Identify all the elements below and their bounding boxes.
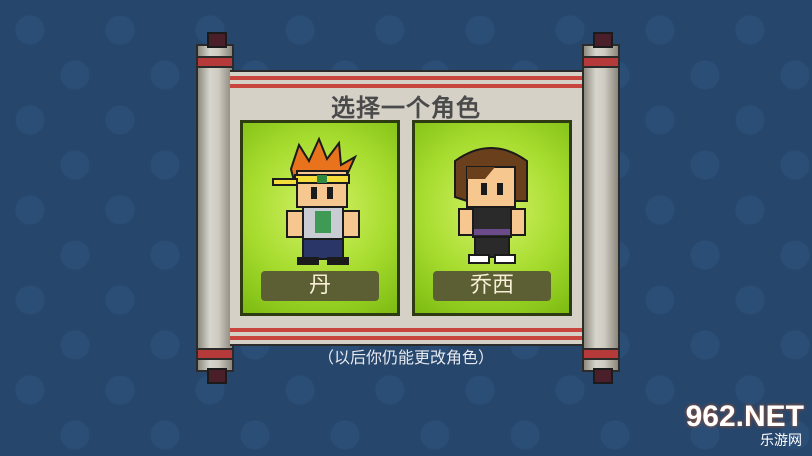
page-title: 选择一个角色 [331, 94, 481, 122]
character-name-josie: 乔西 [433, 271, 551, 301]
watermark-logo: 962.NET 乐游网 [676, 400, 804, 450]
character-card-josie[interactable]: 乔西 [412, 120, 572, 316]
josie-portrait [454, 147, 528, 264]
hint-text: （以后你仍能更改角色） [317, 348, 494, 367]
scroll-rod-left [196, 32, 234, 384]
character-card-dan[interactable]: 丹 [240, 120, 400, 316]
watermark-top: 962.NET [685, 400, 804, 433]
dan-portrait [272, 136, 360, 265]
scroll-rod-right [582, 32, 620, 384]
character-name-dan: 丹 [261, 271, 379, 301]
watermark-bottom: 乐游网 [760, 433, 802, 449]
